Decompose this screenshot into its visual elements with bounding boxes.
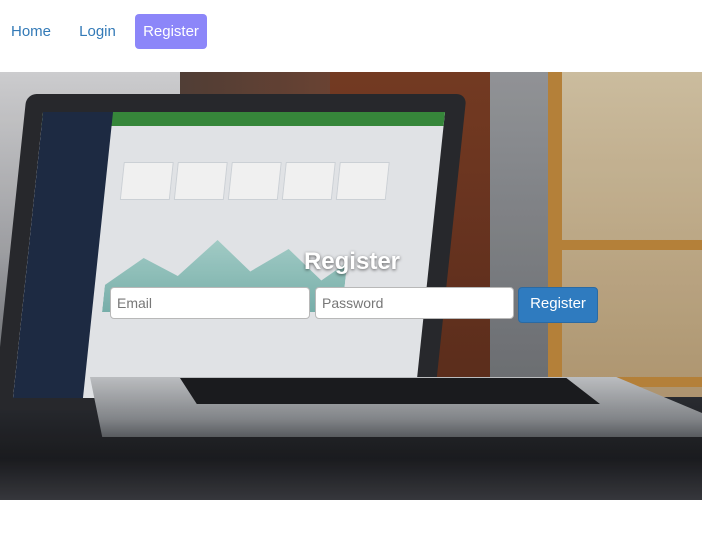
nav-home-link[interactable]: Home: [2, 14, 60, 49]
nav-register-link[interactable]: Register: [135, 14, 207, 49]
register-submit-button[interactable]: Register: [518, 287, 598, 323]
register-form-title: Register: [303, 248, 401, 275]
top-navbar: Home Login Register: [0, 0, 702, 72]
hero-overlay: [0, 72, 702, 500]
email-input[interactable]: [110, 287, 310, 319]
nav-login-link[interactable]: Login: [70, 14, 125, 49]
password-input[interactable]: [315, 287, 514, 319]
hero-background-image: Register Register: [0, 72, 702, 500]
